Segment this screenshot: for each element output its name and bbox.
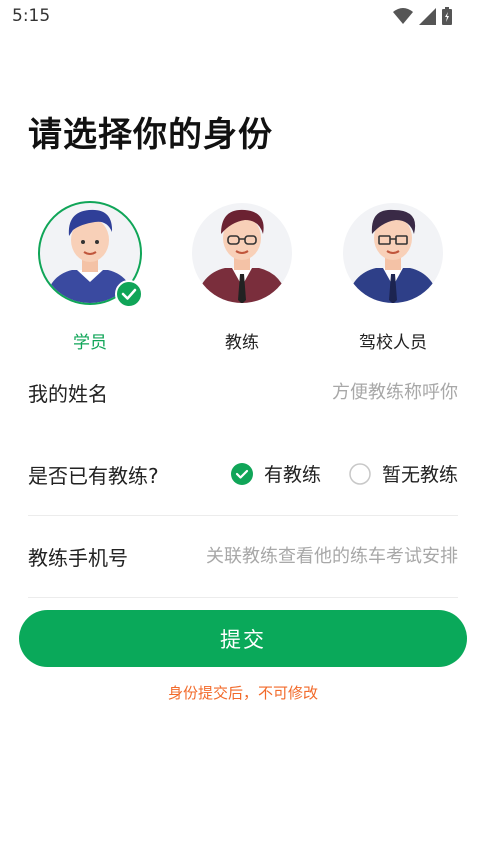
submit-button[interactable]: 提交 bbox=[19, 610, 467, 667]
name-input[interactable] bbox=[238, 370, 458, 414]
coach-phone-label: 教练手机号 bbox=[28, 546, 128, 570]
status-icons bbox=[393, 7, 452, 25]
radio-option-no-coach[interactable]: 暂无教练 bbox=[349, 460, 458, 487]
radio-checked-icon bbox=[230, 462, 253, 485]
role-label-school-staff: 驾校人员 bbox=[359, 333, 427, 353]
name-row: 我的姓名 bbox=[28, 370, 458, 415]
status-time: 5:15 bbox=[12, 6, 51, 26]
role-option-student[interactable]: 学员 bbox=[30, 190, 150, 355]
battery-icon bbox=[442, 7, 452, 25]
role-label-student: 学员 bbox=[73, 333, 107, 353]
divider bbox=[28, 515, 458, 516]
has-coach-row: 是否已有教练? 有教练 暂无教练 bbox=[28, 452, 458, 497]
identity-notice: 身份提交后，不可修改 bbox=[167, 684, 318, 702]
selected-check-icon bbox=[115, 280, 143, 308]
name-label: 我的姓名 bbox=[28, 382, 108, 406]
coach-phone-row: 教练手机号 bbox=[28, 534, 458, 579]
divider bbox=[28, 597, 458, 598]
wifi-icon bbox=[393, 8, 413, 24]
role-option-coach[interactable]: 教练 bbox=[182, 190, 302, 355]
status-bar: 5:15 bbox=[0, 0, 486, 34]
role-option-school-staff[interactable]: 驾校人员 bbox=[333, 190, 453, 355]
role-selector: 学员 教练 驾校人员 bbox=[0, 190, 486, 360]
radio-option-has-coach[interactable]: 有教练 bbox=[230, 460, 321, 487]
signal-icon bbox=[419, 7, 436, 25]
has-coach-radio-group: 有教练 暂无教练 bbox=[230, 460, 458, 487]
coach-phone-input[interactable] bbox=[178, 534, 458, 578]
coach-avatar bbox=[192, 203, 292, 303]
role-label-coach: 教练 bbox=[225, 333, 259, 353]
school-staff-avatar bbox=[343, 203, 443, 303]
radio-label-has-coach: 有教练 bbox=[263, 464, 321, 486]
page-title: 请选择你的身份 bbox=[28, 115, 273, 155]
radio-unchecked-icon bbox=[349, 462, 371, 485]
radio-label-no-coach: 暂无教练 bbox=[381, 464, 458, 486]
has-coach-label: 是否已有教练? bbox=[28, 464, 159, 488]
